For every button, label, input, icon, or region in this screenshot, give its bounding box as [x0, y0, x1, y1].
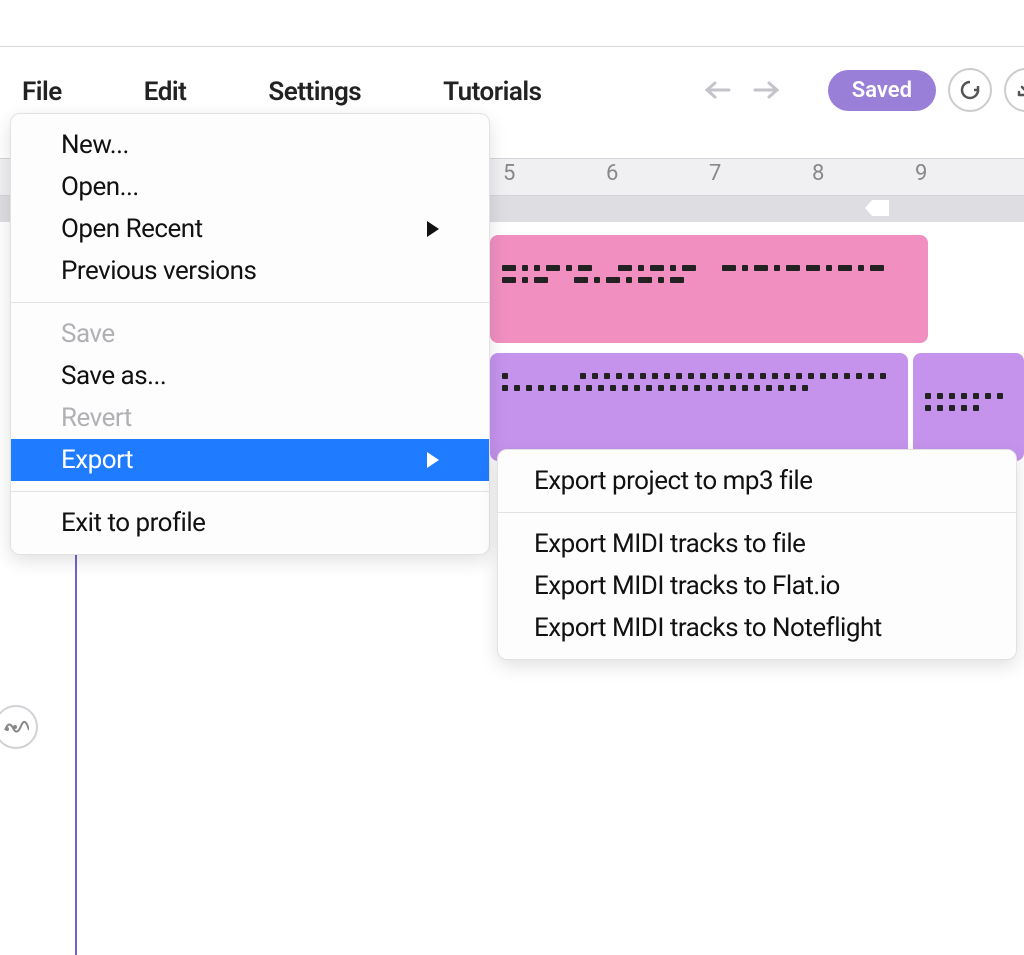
menu-file[interactable]: File [10, 73, 74, 111]
playhead[interactable] [75, 555, 77, 955]
ruler-label: 5 [503, 161, 515, 186]
chevron-right-icon [427, 452, 439, 468]
toolbar-right: Saved [700, 68, 1024, 112]
menu-settings[interactable]: Settings [256, 73, 373, 111]
menu-separator [498, 512, 1016, 513]
export-mp3[interactable]: Export project to mp3 file [498, 460, 1016, 502]
download-button[interactable] [1004, 68, 1024, 112]
file-menu-new[interactable]: New... [11, 124, 489, 166]
ruler-label: 7 [709, 161, 721, 186]
export-midi-noteflight[interactable]: Export MIDI tracks to Noteflight [498, 607, 1016, 649]
ruler-label: 8 [812, 161, 824, 186]
undo-button[interactable] [700, 72, 736, 108]
export-midi-file[interactable]: Export MIDI tracks to file [498, 523, 1016, 565]
menu-tutorials[interactable]: Tutorials [431, 73, 553, 111]
file-menu-open-recent[interactable]: Open Recent [11, 208, 489, 250]
ruler-label: 9 [915, 161, 927, 186]
file-menu-export[interactable]: Export [11, 439, 489, 481]
chevron-right-icon [427, 221, 439, 237]
file-menu-save-as[interactable]: Save as... [11, 355, 489, 397]
midi-clip-purple-1[interactable] [490, 353, 908, 461]
file-menu-previous-versions[interactable]: Previous versions [11, 250, 489, 292]
saved-status[interactable]: Saved [828, 70, 936, 111]
file-menu-dropdown: New... Open... Open Recent Previous vers… [10, 113, 490, 555]
ruler-label: 6 [606, 161, 618, 186]
redo-button[interactable] [748, 72, 784, 108]
file-menu-save: Save [11, 313, 489, 355]
sync-button[interactable] [948, 68, 992, 112]
file-menu-open[interactable]: Open... [11, 166, 489, 208]
divider-top [0, 46, 1024, 47]
export-midi-flat[interactable]: Export MIDI tracks to Flat.io [498, 565, 1016, 607]
menu-separator [11, 302, 489, 303]
midi-clip-purple-2[interactable] [913, 353, 1024, 461]
file-menu-exit[interactable]: Exit to profile [11, 502, 489, 544]
automation-toggle[interactable] [0, 705, 38, 749]
file-menu-revert: Revert [11, 397, 489, 439]
midi-clip-pink[interactable] [490, 235, 928, 343]
menu-separator [11, 491, 489, 492]
menu-edit[interactable]: Edit [132, 73, 199, 111]
export-submenu: Export project to mp3 file Export MIDI t… [497, 449, 1017, 660]
